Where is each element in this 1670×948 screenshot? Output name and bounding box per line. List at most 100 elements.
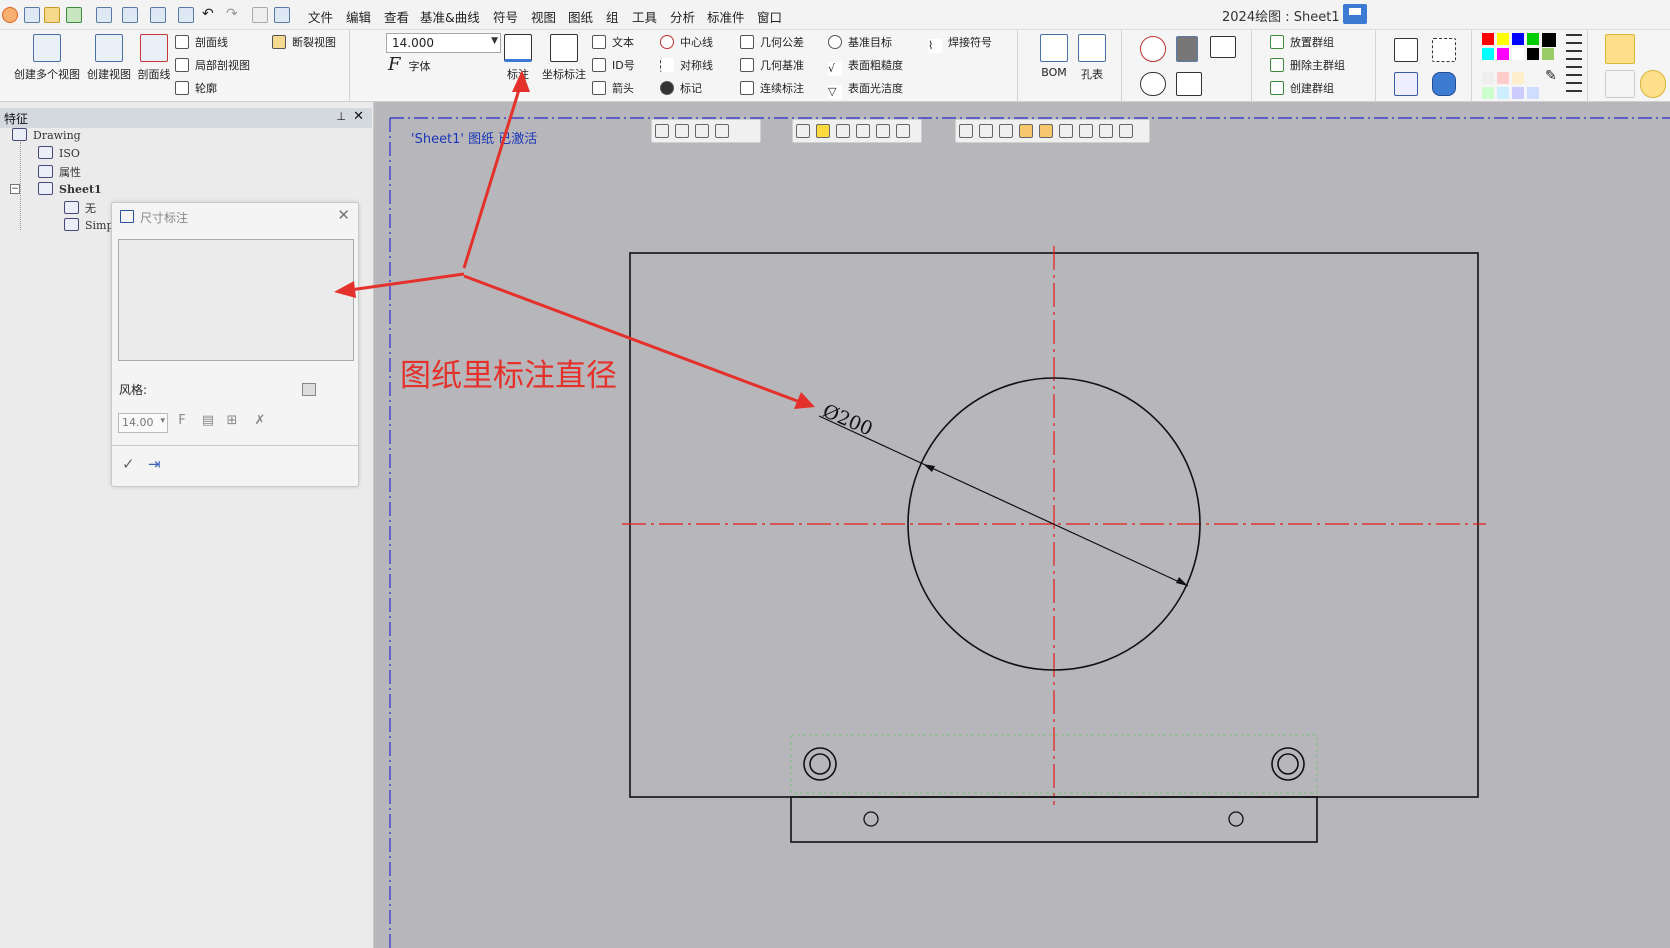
- bulb-icon[interactable]: [796, 124, 810, 138]
- bulb-on-icon[interactable]: [816, 124, 830, 138]
- snap-arc-icon[interactable]: [1019, 124, 1033, 138]
- font-style-icon[interactable]: F: [174, 413, 190, 429]
- arrow-left-icon[interactable]: [876, 124, 890, 138]
- pin-icon[interactable]: ⊥: [336, 110, 346, 123]
- outline-button[interactable]: 轮廓: [175, 80, 217, 96]
- snap-toolbar[interactable]: [955, 119, 1150, 143]
- menu-group[interactable]: 组: [606, 7, 619, 26]
- menu-edit[interactable]: 编辑: [346, 7, 371, 26]
- tree-node-iso[interactable]: ISO: [38, 146, 80, 160]
- tree-node-properties[interactable]: 属性: [38, 164, 81, 180]
- close-icon[interactable]: ✕: [337, 206, 350, 224]
- template-icon[interactable]: [122, 7, 138, 23]
- select-filter-icon[interactable]: [695, 124, 709, 138]
- style-save-icon[interactable]: [302, 383, 316, 396]
- chevron-down-icon: ▾: [160, 416, 165, 426]
- open-icon[interactable]: [44, 7, 60, 23]
- tree-label: ISO: [59, 147, 80, 160]
- break-view-button[interactable]: 断裂视图: [272, 34, 336, 50]
- snap-text-icon[interactable]: [1039, 124, 1053, 138]
- ribbon: 创建多个视图 创建视图 剖面线 剖面线 局部剖视图 轮廓 断裂视图 14.000…: [0, 30, 1670, 102]
- create-view-button[interactable]: 创建视图: [84, 34, 134, 82]
- text-box-icon[interactable]: ▤: [200, 413, 216, 429]
- copy-icon[interactable]: [178, 7, 194, 23]
- break-view-icon: [272, 35, 286, 49]
- app-title: 2024绘图 : Sheet1: [1222, 10, 1340, 25]
- ribbon-group-settings: [1122, 30, 1252, 102]
- section-button[interactable]: 剖面线: [175, 34, 228, 50]
- select-toolbar[interactable]: [651, 119, 761, 143]
- confirm-icon[interactable]: ✓: [122, 455, 135, 473]
- text-size-combo[interactable]: 14.00 ▾: [118, 413, 168, 433]
- app-logo-icon[interactable]: [2, 7, 18, 23]
- partial-section-button[interactable]: 局部剖视图: [175, 57, 250, 73]
- menu-window[interactable]: 窗口: [757, 7, 782, 26]
- tree-node-none[interactable]: 无: [64, 200, 96, 216]
- bulb-off-icon[interactable]: [836, 124, 850, 138]
- section-line-button[interactable]: 剖面线: [134, 34, 174, 82]
- filter-icon[interactable]: [715, 124, 729, 138]
- snap-icon[interactable]: [1640, 70, 1666, 98]
- snap-angle-icon[interactable]: [1079, 124, 1093, 138]
- save-icon[interactable]: [1343, 4, 1367, 24]
- standard-icon: [38, 146, 53, 159]
- tree-node-sheet1[interactable]: Sheet1: [38, 182, 102, 196]
- snap-ortho-icon[interactable]: [1099, 124, 1113, 138]
- font-size-combo[interactable]: 14.000 ▼: [386, 33, 501, 53]
- menu-datum-curve[interactable]: 基准&曲线: [420, 7, 480, 26]
- properties-icon: [38, 165, 53, 178]
- ribbon-group-annotation: [490, 30, 1018, 102]
- menu-views[interactable]: 视图: [531, 7, 556, 26]
- clear-style-icon[interactable]: ✗: [252, 413, 268, 429]
- snap-align-icon[interactable]: [1119, 124, 1133, 138]
- menu-drawing[interactable]: 图纸: [568, 7, 593, 26]
- snap-line-icon[interactable]: [999, 124, 1013, 138]
- snap-point-icon[interactable]: [979, 124, 993, 138]
- font-icon: F: [388, 54, 401, 75]
- filter-icon[interactable]: [1605, 34, 1635, 64]
- menu-analysis[interactable]: 分析: [670, 7, 695, 26]
- close-icon[interactable]: ✕: [353, 109, 364, 124]
- select-box-icon[interactable]: [675, 124, 689, 138]
- tree-label: Simp: [85, 219, 114, 232]
- dimension-icon: [120, 210, 134, 223]
- undo-icon[interactable]: ↶: [202, 7, 218, 23]
- menu-view[interactable]: 查看: [384, 7, 409, 26]
- new-icon[interactable]: [66, 7, 82, 23]
- refresh-icon[interactable]: [252, 7, 268, 23]
- tree-node-simp[interactable]: Simp: [64, 218, 114, 232]
- tree-expander[interactable]: −: [10, 184, 20, 194]
- style-label: 风格:: [119, 383, 148, 397]
- print-icon[interactable]: [96, 7, 112, 23]
- ribbon-group-color: [1472, 30, 1588, 102]
- rotate-icon[interactable]: [959, 124, 973, 138]
- font-button[interactable]: F 字体: [388, 54, 431, 75]
- ribbon-group-zoom: [1376, 30, 1472, 102]
- bulb-multi-icon[interactable]: [856, 124, 870, 138]
- tree-label: 无: [85, 202, 96, 215]
- menu-standard-parts[interactable]: 标准件: [707, 7, 745, 26]
- view-icon: [64, 201, 79, 214]
- dialog-title: 尺寸标注: [140, 211, 189, 225]
- create-multi-view-button[interactable]: 创建多个视图: [12, 34, 82, 82]
- arrow-right-icon[interactable]: [896, 124, 910, 138]
- redo-icon[interactable]: ↷: [226, 7, 242, 23]
- select-icon[interactable]: [655, 124, 669, 138]
- menu-symbol[interactable]: 符号: [493, 7, 518, 26]
- drawing-canvas[interactable]: [376, 102, 1670, 948]
- dimension-style-icon[interactable]: ⊞: [224, 413, 240, 429]
- save-icon[interactable]: [24, 7, 40, 23]
- display-toolbar[interactable]: [792, 119, 922, 143]
- snap-grid-icon[interactable]: [1059, 124, 1073, 138]
- panel-title: 特征: [4, 112, 29, 126]
- properties-icon[interactable]: [274, 7, 290, 23]
- curve-icon[interactable]: [1605, 70, 1635, 98]
- menu-tools[interactable]: 工具: [632, 7, 657, 26]
- tree-node-drawing[interactable]: Drawing: [12, 128, 81, 142]
- menu-file[interactable]: 文件: [308, 7, 333, 26]
- section-line-icon: [140, 34, 168, 62]
- font-size-value: 14.000: [392, 36, 434, 50]
- sheet-icon[interactable]: [150, 7, 166, 23]
- view-icon: [95, 34, 123, 62]
- apply-icon[interactable]: ⇥: [148, 455, 161, 473]
